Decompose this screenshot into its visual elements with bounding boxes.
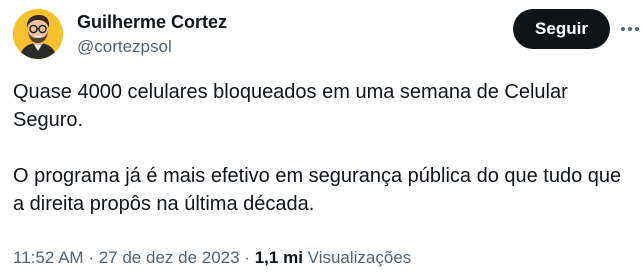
follow-button[interactable]: Seguir (513, 9, 610, 49)
views-label[interactable]: Visualizações (308, 248, 412, 267)
views-count[interactable]: 1,1 mi (255, 248, 303, 267)
tweet-text: Quase 4000 celulares bloqueados em uma s… (13, 78, 635, 218)
author-avatar[interactable] (13, 9, 63, 59)
avatar-illustration-icon (13, 9, 63, 59)
author-handle[interactable]: @cortezpsol (77, 36, 172, 58)
tweet-card: Guilherme Cortez @cortezpsol Seguir Quas… (0, 0, 642, 276)
tweet-date[interactable]: 27 de dez de 2023 (99, 248, 240, 267)
more-options-icon (621, 27, 639, 31)
meta-separator: · (88, 248, 94, 267)
author-name[interactable]: Guilherme Cortez (77, 11, 227, 33)
tweet-paragraph: O programa já é mais efetivo em seguranç… (13, 165, 622, 215)
tweet-time[interactable]: 11:52 AM (13, 248, 84, 267)
tweet-paragraph: Quase 4000 celulares bloqueados em uma s… (13, 81, 568, 131)
more-options-button[interactable] (620, 18, 640, 40)
meta-separator: · (244, 248, 250, 267)
tweet-meta: 11:52 AM · 27 de dez de 2023 · 1,1 mi Vi… (13, 247, 411, 269)
